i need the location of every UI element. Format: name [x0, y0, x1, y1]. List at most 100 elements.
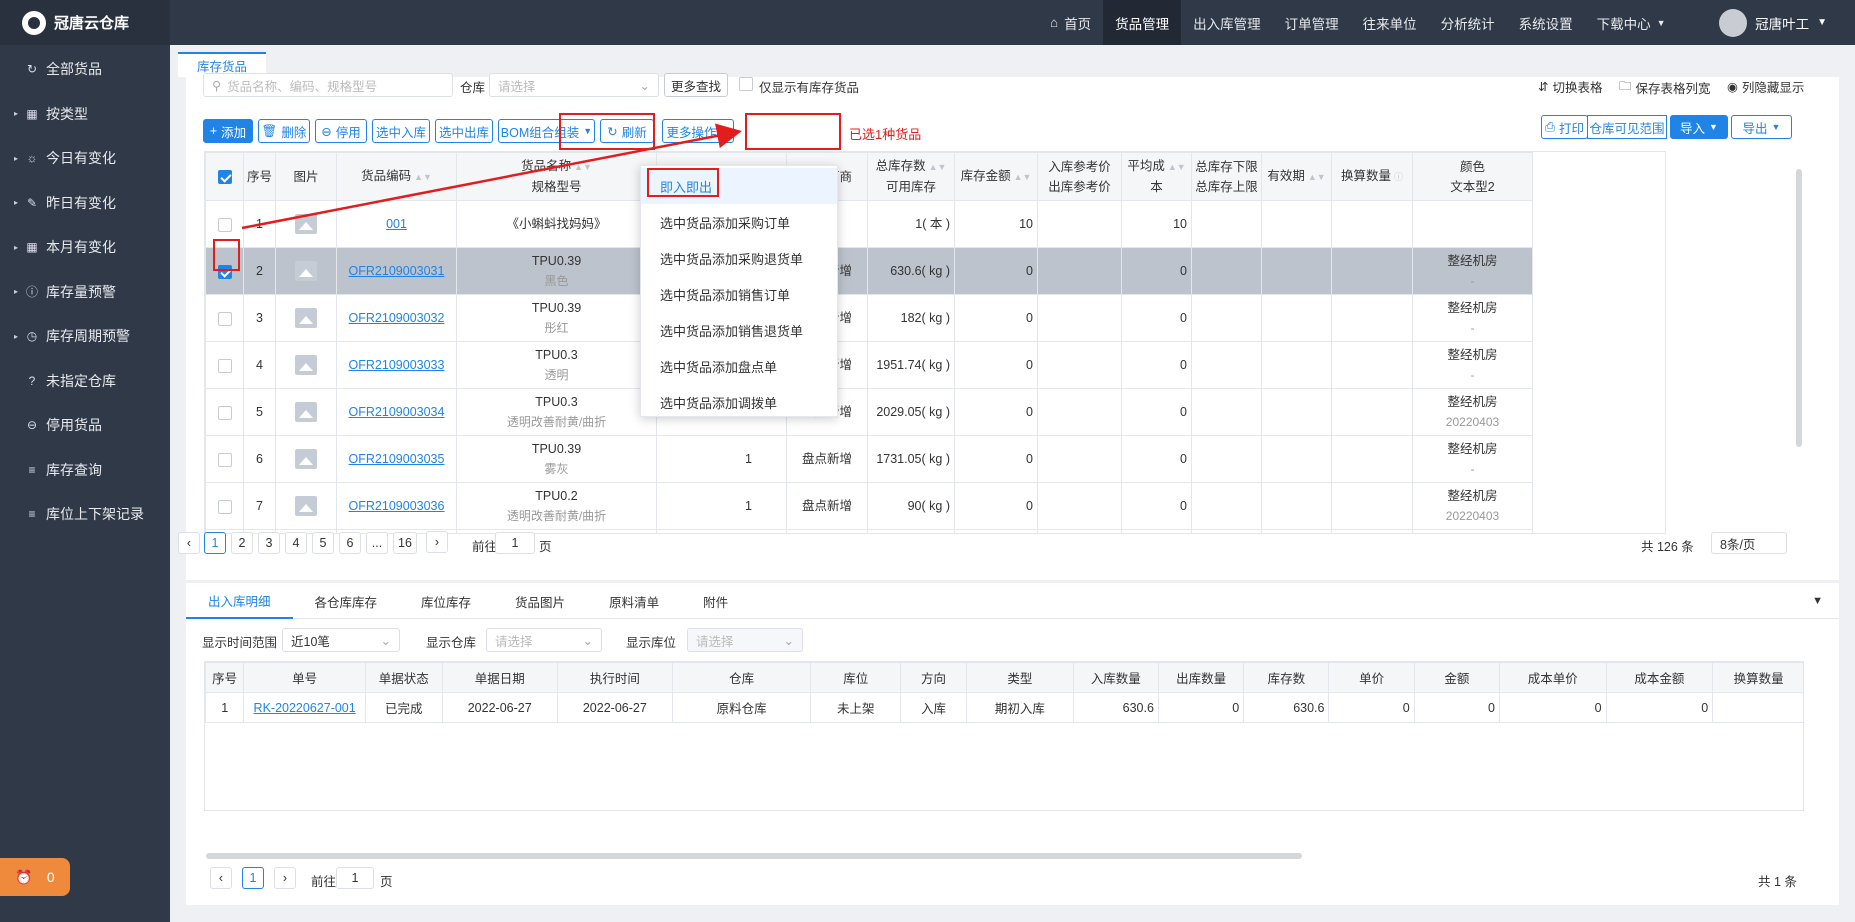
search-input[interactable]: ⚲ 货品名称、编码、规格型号 [203, 73, 453, 97]
next-page-button[interactable]: › [426, 531, 448, 553]
sidebar-item-1[interactable]: ▸ ▦ 按类型 [0, 92, 170, 137]
col-name[interactable]: 货品名称 ▲▼ 规格型号 [456, 152, 657, 201]
page-button[interactable]: 6 [339, 532, 361, 554]
only-stock-checkbox[interactable] [739, 77, 753, 91]
row-select-cell[interactable] [205, 341, 244, 389]
row-image[interactable] [275, 482, 337, 530]
sidebar-item-9[interactable]: ≡ 库存查询 [0, 448, 170, 493]
sort-icon[interactable]: ▲▼ [574, 162, 592, 172]
page-button[interactable]: 1 [204, 532, 226, 554]
col-avg-cost[interactable]: 平均成 ▲▼ 本 [1121, 152, 1192, 201]
col-code[interactable]: 货品编码 ▲▼ [336, 152, 457, 201]
sidebar-item-6[interactable]: ▸ ◷ 库存周期预警 [0, 314, 170, 359]
nav-item-7[interactable]: 下载中心 ▼ [1585, 0, 1678, 45]
col-valid[interactable]: 有效期 ▲▼ [1261, 152, 1332, 201]
select-all-cell[interactable] [205, 152, 244, 201]
print-button[interactable]: ⎙ 打印 [1541, 115, 1588, 139]
sidebar-item-10[interactable]: ≡ 库位上下架记录 [0, 492, 170, 537]
nav-item-4[interactable]: 往来单位 [1351, 0, 1429, 45]
col-amount[interactable]: 库存金额 ▲▼ [954, 152, 1038, 201]
more-ops-button[interactable]: 更多操作 ▼ [662, 119, 734, 143]
nav-item-2[interactable]: 出入库管理 [1181, 0, 1273, 45]
stock-in-button[interactable]: 选中入库 [372, 119, 430, 143]
sidebar-item-3[interactable]: ▸ ✎ 昨日有变化 [0, 181, 170, 226]
nav-item-6[interactable]: 系统设置 [1507, 0, 1585, 45]
dropdown-item-4[interactable]: 选中货品添加销售退货单 [641, 312, 837, 348]
detail-tab-1[interactable]: 各仓库库存 [293, 583, 400, 619]
page-button[interactable]: 16 [393, 532, 417, 554]
sidebar-item-4[interactable]: ▸ ▦ 本月有变化 [0, 225, 170, 270]
table-row[interactable]: 3OFR2109003032TPU0.39彤红盘点新增182( kg )00整经… [205, 294, 1533, 342]
row-select-cell[interactable] [205, 294, 244, 342]
product-code-link[interactable]: OFR2109003034 [349, 405, 445, 419]
dropdown-item-1[interactable]: 选中货品添加采购订单 [641, 204, 837, 240]
page-button[interactable]: 1 [242, 867, 264, 889]
product-code-link[interactable]: OFR2109003033 [349, 358, 445, 372]
row-image[interactable] [275, 200, 337, 248]
row-checkbox[interactable] [217, 499, 232, 514]
dropdown-item-3[interactable]: 选中货品添加销售订单 [641, 276, 837, 312]
select-all-checkbox[interactable] [217, 170, 232, 185]
visible-range-button[interactable]: 仓库可见范围 [1587, 115, 1667, 139]
row-image[interactable] [275, 435, 337, 483]
page-button[interactable]: 4 [285, 532, 307, 554]
detail-tab-3[interactable]: 货品图片 [493, 583, 587, 619]
order-no-link[interactable]: RK-20220627-001 [254, 701, 356, 715]
row-checkbox[interactable] [217, 452, 232, 467]
export-button[interactable]: 导出 ▼ [1731, 115, 1792, 139]
goto-input[interactable]: 1 [495, 532, 535, 554]
next-page-button[interactable]: › [274, 867, 296, 889]
save-width-link[interactable]: 🗀 保存表格列宽 [1619, 77, 1711, 98]
row-image[interactable] [275, 294, 337, 342]
row-image[interactable] [275, 388, 337, 436]
alert-button[interactable]: ⏰ 0 [0, 858, 70, 896]
page-button[interactable]: 2 [231, 532, 253, 554]
dropdown-item-5[interactable]: 选中货品添加盘点单 [641, 348, 837, 384]
row-select-cell[interactable] [205, 435, 244, 483]
collapse-icon[interactable]: ▼ [1812, 595, 1823, 607]
product-code-link[interactable]: OFR2109003036 [349, 499, 445, 513]
col-stock[interactable]: 总库存数 ▲▼ 可用库存 [867, 152, 955, 201]
nav-item-3[interactable]: 订单管理 [1273, 0, 1351, 45]
row-image[interactable] [275, 341, 337, 389]
sidebar-item-0[interactable]: ↻ 全部货品 [0, 47, 170, 92]
nav-item-1[interactable]: 货品管理 [1103, 0, 1182, 45]
sort-icon[interactable]: ▲▼ [929, 162, 947, 172]
delete-button[interactable]: 🗑 删除 [258, 119, 310, 143]
add-button[interactable]: + 添加 [203, 119, 253, 143]
row-checkbox[interactable] [217, 217, 232, 232]
table-row[interactable]: 7 OFR2109003036 TPU0.2 透明改善耐黄/曲折 1 盘点新增 90( kg… [205, 482, 1533, 530]
row-select-cell[interactable] [205, 388, 244, 436]
product-code-link[interactable]: OFR2109003032 [349, 311, 445, 325]
sort-icon[interactable]: ▲▼ [1168, 162, 1186, 172]
import-button[interactable]: 导入 ▼ [1670, 115, 1728, 139]
detail-tab-0[interactable]: 出入库明细 [186, 583, 293, 619]
product-code-link[interactable]: 001 [386, 217, 407, 231]
sidebar-item-2[interactable]: ▸ ☼ 今日有变化 [0, 136, 170, 181]
table-row[interactable]: 5OFR2109003034TPU0.3透明改善耐黄/曲折盘点新增2029.05… [205, 388, 1533, 436]
sidebar-item-8[interactable]: ⊖ 停用货品 [0, 403, 170, 448]
row-checkbox[interactable] [217, 358, 232, 373]
loc-select[interactable]: 请选择 ⌄ [687, 628, 803, 652]
goto-input[interactable]: 1 [336, 867, 374, 889]
prev-page-button[interactable]: ‹ [178, 532, 200, 554]
dropdown-item-6[interactable]: 选中货品添加调拨单 [641, 384, 837, 420]
wh-select[interactable]: 请选择 ⌄ [486, 628, 602, 652]
row-checkbox[interactable] [217, 311, 232, 326]
sort-icon[interactable]: ▲▼ [1014, 172, 1032, 182]
sort-icon[interactable]: ▲▼ [1308, 172, 1326, 182]
detail-tab-5[interactable]: 附件 [681, 583, 750, 619]
table-row[interactable]: 1 001 《小蝌蚪找妈妈》 1( 本 ) 10 10 [205, 200, 1533, 248]
nav-item-5[interactable]: 分析统计 [1429, 0, 1507, 45]
horizontal-scrollbar[interactable] [206, 853, 1302, 859]
row-checkbox[interactable] [217, 405, 232, 420]
nav-item-0[interactable]: ⌂ 首页 [1038, 0, 1103, 45]
more-search-button[interactable]: 更多查找 [664, 73, 728, 97]
warehouse-select[interactable]: 请选择 ⌄ [489, 73, 659, 97]
detail-tab-4[interactable]: 原料清单 [587, 583, 681, 619]
product-code-link[interactable]: OFR2109003035 [349, 452, 445, 466]
stock-out-button[interactable]: 选中出库 [435, 119, 493, 143]
page-button[interactable]: ... [366, 532, 388, 554]
range-select[interactable]: 近10笔 ⌄ [282, 628, 400, 652]
product-code-link[interactable]: OFR2109003031 [349, 264, 445, 278]
